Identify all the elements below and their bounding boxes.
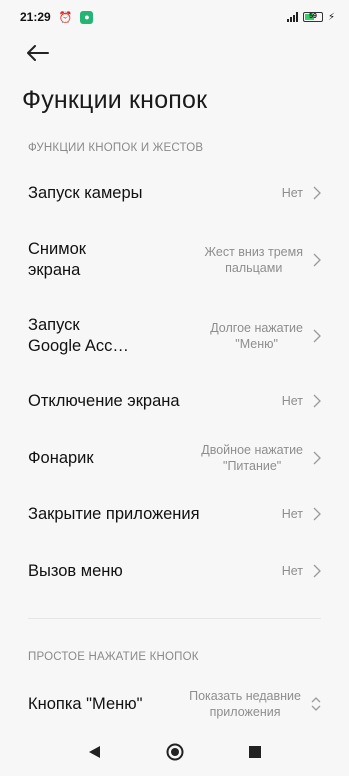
setting-label: Закрытие приложения [28, 504, 200, 523]
setting-label: Запуск Google Acc… [28, 316, 129, 355]
status-time: 21:29 [20, 10, 51, 24]
setting-row-screenshot[interactable]: Снимок экрана Жест вниз тремя пальцами [0, 238, 349, 282]
setting-row-screen-off[interactable]: Отключение экрана Нет [0, 382, 349, 420]
setting-value: Двойное нажатие "Питание" [201, 443, 303, 473]
status-bar: 21:29 ⏰ ● 59 ⚡ [0, 0, 349, 34]
alarm-clock-icon: ⏰ [58, 11, 73, 24]
setting-label: Снимок экрана [28, 240, 86, 279]
signal-icon [286, 12, 298, 22]
nav-recents-button[interactable] [243, 740, 267, 764]
chevron-right-icon [313, 394, 321, 408]
setting-value: Нет [281, 394, 303, 408]
setting-row-close-app[interactable]: Закрытие приложения Нет [0, 495, 349, 533]
setting-value: Долгое нажатие "Меню" [210, 321, 303, 351]
battery-icon: 59 [302, 12, 323, 22]
navigation-bar [0, 728, 349, 776]
setting-value: Нет [281, 507, 303, 521]
chevron-expand-icon [311, 697, 321, 711]
arrow-left-icon [27, 45, 49, 61]
square-recents-icon [248, 746, 261, 758]
battery-level: 59 [309, 13, 317, 20]
chevron-right-icon [313, 451, 321, 465]
section-header-button-functions: ФУНКЦИИ КНОПОК И ЖЕСТОВ [28, 142, 204, 154]
setting-label: Фонарик [28, 448, 94, 467]
chevron-right-icon [313, 253, 321, 267]
chevron-right-icon [313, 329, 321, 343]
setting-row-camera[interactable]: Запуск камеры Нет [0, 174, 349, 212]
nav-home-button[interactable] [163, 740, 187, 764]
setting-label: Запуск камеры [28, 183, 143, 202]
setting-value: Нет [281, 186, 303, 200]
triangle-back-icon [88, 746, 100, 758]
setting-value: Показать недавние приложения [189, 689, 301, 719]
app-notification-icon: ● [80, 10, 94, 24]
setting-label: Кнопка "Меню" [28, 694, 143, 713]
setting-label: Вызов меню [28, 561, 123, 580]
charging-bolt-icon: ⚡ [327, 11, 335, 23]
chevron-right-icon [313, 186, 321, 200]
setting-value: Нет [281, 564, 303, 578]
page-title: Функции кнопок [22, 86, 208, 114]
chevron-right-icon [313, 564, 321, 578]
setting-row-menu-button[interactable]: Кнопка "Меню" Показать недавние приложен… [0, 683, 349, 725]
setting-row-google-assistant[interactable]: Запуск Google Acc… Долгое нажатие "Меню" [0, 314, 349, 358]
setting-row-menu-call[interactable]: Вызов меню Нет [0, 552, 349, 590]
section-header-simple-press: ПРОСТОЕ НАЖАТИЕ КНОПОК [28, 651, 199, 663]
setting-label: Отключение экрана [28, 391, 180, 410]
section-divider [28, 618, 321, 619]
circle-home-icon [166, 743, 183, 761]
nav-back-button[interactable] [83, 740, 107, 764]
chevron-right-icon [313, 507, 321, 521]
back-arrow-button[interactable] [22, 40, 54, 66]
setting-value: Жест вниз тремя пальцами [204, 245, 303, 275]
setting-row-flashlight[interactable]: Фонарик Двойное нажатие "Питание" [0, 436, 349, 480]
